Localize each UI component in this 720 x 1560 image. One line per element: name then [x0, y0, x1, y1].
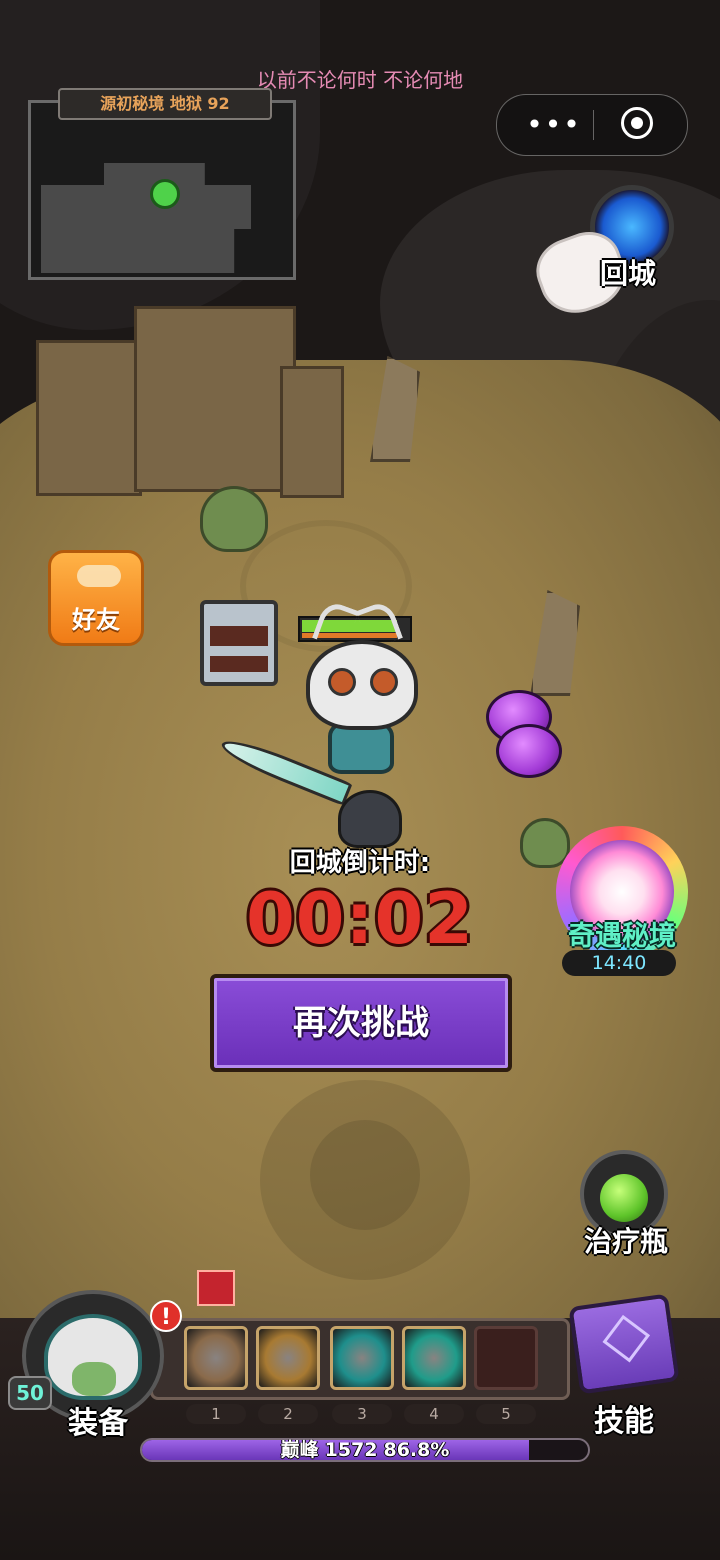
- stone-ruin-center: [134, 306, 296, 492]
- xp-text: 巅峰 1572 86.8%: [140, 1437, 590, 1463]
- player-marker: [150, 179, 180, 209]
- xp-level: 1572: [324, 1439, 378, 1461]
- return-city-button[interactable]: 回城: [600, 252, 656, 292]
- xp-percent: 86.8%: [383, 1439, 450, 1461]
- hero-level: 50: [8, 1376, 52, 1410]
- spellbook-icon[interactable]: [568, 1293, 680, 1395]
- skill-slot-number: 5: [476, 1404, 536, 1424]
- alert-badge: !: [150, 1300, 182, 1332]
- skills-button[interactable]: 技能: [584, 1396, 664, 1440]
- spirit-orb-icon[interactable]: [402, 1326, 466, 1390]
- map-title: 源初秘境 地狱 92: [58, 88, 272, 120]
- crow-pet: [338, 790, 402, 848]
- friends-label: 好友: [72, 606, 120, 634]
- minimap-room: [41, 163, 251, 273]
- cloud-icon: [77, 565, 121, 587]
- more-options-icon[interactable]: •••: [519, 103, 589, 147]
- purple-enemy[interactable]: [496, 724, 562, 778]
- adventure-realm-button[interactable]: 奇遇秘境: [552, 914, 692, 953]
- potion-label: 治疗瓶: [583, 1225, 668, 1258]
- treasure-chest[interactable]: [200, 600, 278, 686]
- equipment-button[interactable]: 装备: [60, 1398, 136, 1442]
- adventure-timer: 14:40: [562, 950, 676, 976]
- skill-slot-number: 2: [258, 1404, 318, 1424]
- desert-plant: [200, 486, 268, 552]
- stone-ruin-left: [36, 340, 142, 496]
- golden-claw-icon[interactable]: [256, 1326, 320, 1390]
- hero-avatar-icon: [44, 1314, 142, 1400]
- skill-slot-number: 4: [404, 1404, 464, 1424]
- close-miniprogram-icon[interactable]: [621, 107, 653, 139]
- rock-smash-icon[interactable]: [184, 1326, 248, 1390]
- minimap[interactable]: [28, 100, 296, 280]
- retry-button[interactable]: 再次挑战: [210, 974, 512, 1072]
- capsule-divider: [593, 110, 594, 140]
- xp-rank: 巅峰: [280, 1439, 319, 1461]
- stone-ruin-right: [280, 366, 344, 498]
- joystick-knob[interactable]: [310, 1120, 420, 1230]
- skill-slot-number: 1: [186, 1404, 246, 1424]
- skill-slot-number: 3: [332, 1404, 392, 1424]
- skill-slot-empty[interactable]: [474, 1326, 538, 1390]
- lightning-icon[interactable]: [330, 1326, 394, 1390]
- hero-lion-mask: [306, 640, 418, 730]
- buff-icon[interactable]: [197, 1270, 235, 1306]
- miniprogram-capsule: •••: [496, 94, 688, 156]
